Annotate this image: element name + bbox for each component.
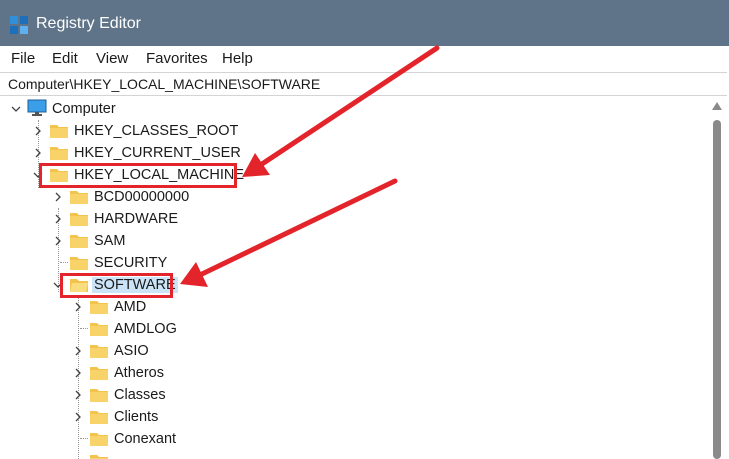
menu-bar: File Edit View Favorites Help (0, 46, 729, 70)
tree-node-amd[interactable]: AMD (72, 297, 272, 317)
tree-node-asio[interactable]: ASIO (72, 341, 272, 361)
tree-node-security[interactable]: SECURITY (52, 253, 252, 273)
menu-view[interactable]: View (96, 50, 128, 67)
address-bar[interactable]: Computer\HKEY_LOCAL_MACHINE\SOFTWARE (0, 72, 727, 96)
highlight-box-hklm (39, 163, 237, 188)
menu-favorites[interactable]: Favorites (146, 50, 208, 67)
menu-edit[interactable]: Edit (52, 50, 78, 67)
tree-label: HKEY_CURRENT_USER (74, 145, 241, 161)
tree-node-classes[interactable]: Classes (72, 385, 272, 405)
vertical-scrollbar[interactable] (705, 96, 729, 459)
chevron-right-icon[interactable] (52, 191, 64, 203)
tree-label: Classes (114, 387, 166, 403)
chevron-right-icon[interactable] (72, 411, 84, 423)
tree-label: BCD00000000 (94, 189, 190, 205)
folder-icon (90, 367, 108, 380)
window-title: Registry Editor (36, 15, 141, 32)
title-bar: Registry Editor (0, 0, 729, 46)
folder-icon (90, 301, 108, 314)
tree-label: AMDLOG (114, 321, 177, 337)
tree-label: SAM (94, 233, 126, 249)
tree-node-hkey-current-user[interactable]: HKEY_CURRENT_USER (32, 143, 252, 163)
menu-help[interactable]: Help (222, 50, 253, 67)
folder-icon (70, 235, 88, 248)
tree-label: HARDWARE (94, 211, 179, 227)
folder-icon (90, 455, 108, 459)
folder-icon (70, 213, 88, 226)
address-path[interactable]: Computer\HKEY_LOCAL_MACHINE\SOFTWARE (8, 76, 320, 92)
tree-label: Conexant (114, 431, 177, 447)
chevron-right-icon[interactable] (32, 125, 44, 137)
tree-node-hkey-classes-root[interactable]: HKEY_CLASSES_ROOT (32, 121, 252, 141)
tree-label: AMD (114, 299, 147, 315)
tree-label: Computer (52, 101, 116, 117)
chevron-right-icon[interactable] (52, 235, 64, 247)
tree-label: Clients (114, 409, 159, 425)
tree-label: Atheros (114, 365, 164, 381)
scroll-up-arrow-icon[interactable] (712, 102, 722, 110)
folder-icon (90, 323, 108, 336)
tree-node-clients[interactable]: Clients (72, 407, 272, 427)
chevron-right-icon[interactable] (72, 345, 84, 357)
folder-icon (90, 345, 108, 358)
folder-icon (90, 389, 108, 402)
folder-icon (50, 125, 68, 138)
chevron-right-icon[interactable] (32, 147, 44, 159)
tree-label: SECURITY (94, 255, 168, 271)
registry-editor-icon (10, 16, 28, 34)
chevron-right-icon[interactable] (72, 389, 84, 401)
tree-node-partial[interactable] (72, 451, 272, 459)
tree-label: HKEY_CLASSES_ROOT (74, 123, 239, 139)
tree-label: ASIO (114, 343, 149, 359)
scrollbar-thumb[interactable] (713, 120, 721, 459)
tree-node-bcd00000000[interactable]: BCD00000000 (52, 187, 252, 207)
tree-node-computer[interactable]: Computer (10, 99, 210, 119)
highlight-box-software (60, 273, 173, 298)
chevron-right-icon[interactable] (52, 213, 64, 225)
folder-icon (90, 433, 108, 446)
tree-node-atheros[interactable]: Atheros (72, 363, 272, 383)
computer-icon (27, 99, 47, 116)
chevron-down-icon[interactable] (10, 103, 22, 115)
tree-node-hardware[interactable]: HARDWARE (52, 209, 252, 229)
chevron-right-icon[interactable] (72, 367, 84, 379)
tree-node-sam[interactable]: SAM (52, 231, 252, 251)
folder-icon (70, 257, 88, 270)
chevron-right-icon[interactable] (72, 301, 84, 313)
folder-icon (70, 191, 88, 204)
folder-icon (50, 147, 68, 160)
folder-icon (90, 411, 108, 424)
tree-node-conexant[interactable]: Conexant (72, 429, 272, 449)
tree-node-amdlog[interactable]: AMDLOG (72, 319, 272, 339)
menu-file[interactable]: File (11, 50, 35, 67)
